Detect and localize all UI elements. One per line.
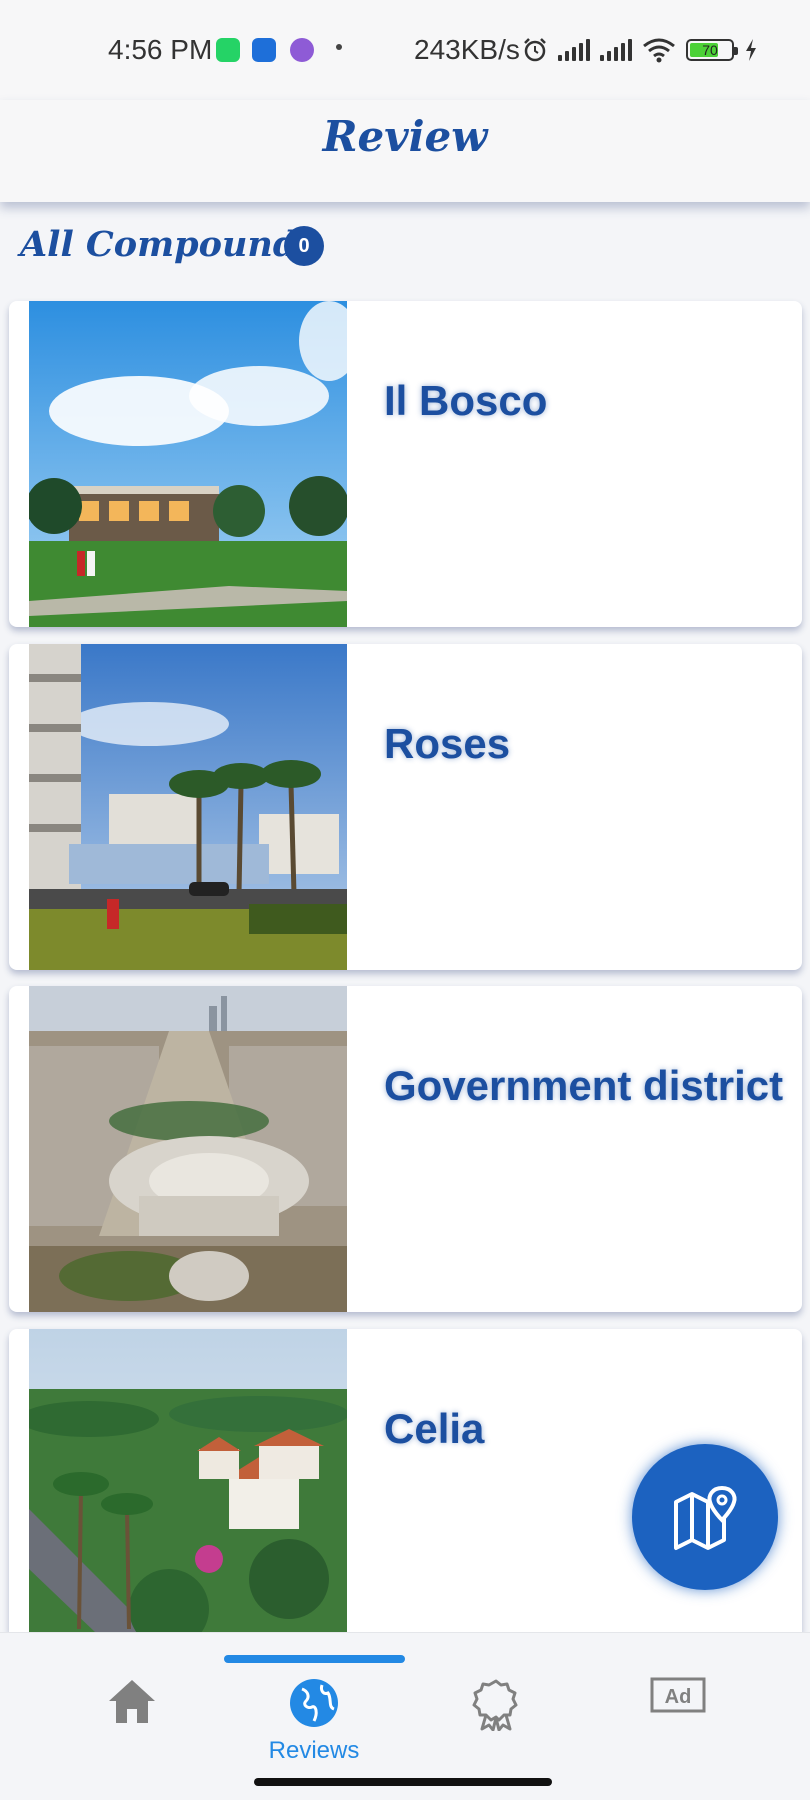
compound-count-badge: 0 bbox=[284, 226, 324, 266]
compound-name: Government district bbox=[384, 1062, 784, 1109]
compound-card[interactable]: Il Bosco bbox=[9, 301, 802, 627]
whatsapp-icon bbox=[216, 38, 240, 62]
compound-name: Roses bbox=[384, 720, 511, 767]
app-icon bbox=[290, 38, 314, 62]
compound-image bbox=[29, 986, 347, 1312]
page-title: Review bbox=[322, 112, 488, 161]
status-time: 4:56 PM bbox=[108, 34, 213, 65]
status-bar: 4:56 PM 243KB/s 70 bbox=[0, 0, 810, 100]
compound-image bbox=[29, 1329, 347, 1632]
signal-icon bbox=[600, 39, 632, 61]
nav-reviews[interactable]: Reviews bbox=[244, 1677, 384, 1777]
section-title: All Compounds bbox=[20, 224, 318, 265]
network-speed: 243KB/s bbox=[414, 34, 520, 65]
nav-active-indicator bbox=[224, 1655, 405, 1663]
nav-home[interactable] bbox=[62, 1677, 202, 1777]
message-icon bbox=[252, 38, 276, 62]
alarm-icon bbox=[524, 38, 546, 62]
ad-icon-text: Ad bbox=[665, 1686, 692, 1708]
compound-name: Celia bbox=[384, 1405, 485, 1452]
compound-card[interactable]: Roses bbox=[9, 644, 802, 970]
status-icons: 70 bbox=[522, 34, 758, 66]
award-icon bbox=[472, 1679, 518, 1731]
nav-ads[interactable]: Ad bbox=[608, 1677, 748, 1777]
nav-reviews-label: Reviews bbox=[268, 1737, 360, 1764]
battery-icon: 70 bbox=[686, 39, 738, 61]
map-fab-button[interactable] bbox=[632, 1444, 778, 1590]
compound-image bbox=[29, 644, 347, 970]
compound-name: Il Bosco bbox=[384, 377, 548, 424]
bottom-nav: Reviews Ad bbox=[0, 1632, 810, 1800]
wifi-icon bbox=[643, 38, 675, 63]
ad-icon: Ad bbox=[650, 1677, 706, 1713]
app-header: Review bbox=[0, 100, 810, 202]
battery-level: 70 bbox=[702, 42, 718, 58]
nav-awards[interactable] bbox=[426, 1677, 566, 1777]
home-gesture-bar[interactable] bbox=[254, 1778, 552, 1786]
notification-dot bbox=[336, 44, 342, 50]
charging-icon bbox=[746, 39, 756, 61]
compound-image bbox=[29, 301, 347, 627]
home-icon bbox=[109, 1680, 155, 1723]
compound-card[interactable]: Government district bbox=[9, 986, 802, 1312]
globe-icon bbox=[290, 1679, 338, 1727]
signal-icon bbox=[558, 39, 590, 61]
map-pin-icon bbox=[674, 1485, 737, 1550]
